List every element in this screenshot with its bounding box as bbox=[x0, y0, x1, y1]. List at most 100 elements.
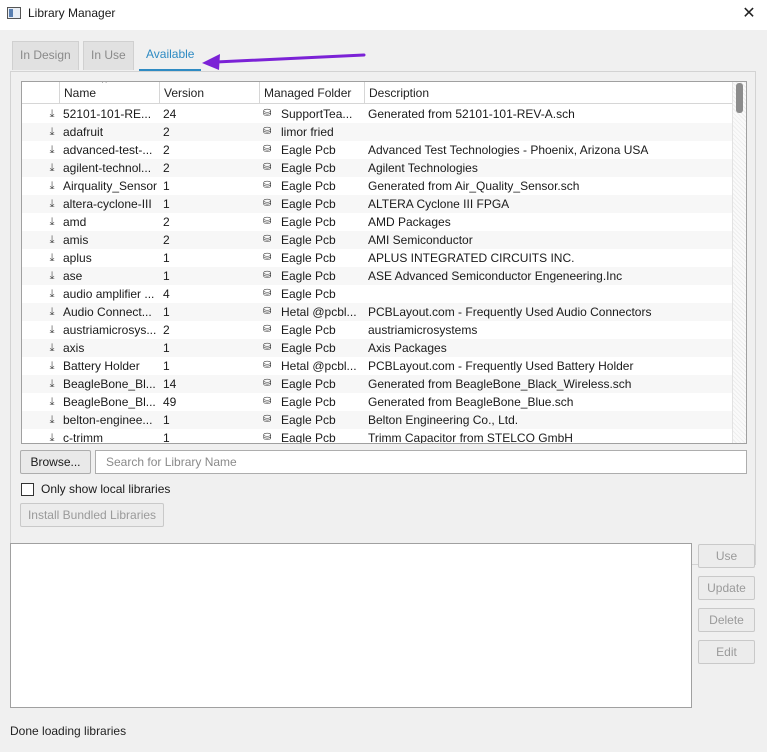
table-row[interactable]: ⤓ adafruit 2 ⛁ limor fried bbox=[22, 123, 732, 141]
edit-button[interactable]: Edit bbox=[698, 640, 755, 664]
vertical-scrollbar[interactable] bbox=[732, 82, 746, 443]
cell-managed-folder: Eagle Pcb bbox=[281, 269, 336, 283]
table-row[interactable]: ⤓ amis 2 ⛁ Eagle Pcb AMI Semiconductor bbox=[22, 231, 732, 249]
download-icon: ⤓ bbox=[49, 270, 55, 282]
table-header: ^ Name Version Managed Folder Descriptio… bbox=[22, 82, 732, 104]
cell-description: ALTERA Cyclone III FPGA bbox=[368, 197, 510, 211]
tab-available[interactable]: Available bbox=[139, 41, 202, 71]
cell-managed-folder: Eagle Pcb bbox=[281, 179, 336, 193]
window-client: In Design In Use Available ^ Name Versio… bbox=[0, 30, 767, 752]
cell-managed-folder: Eagle Pcb bbox=[281, 431, 336, 444]
folder-icon: ⛁ bbox=[263, 108, 272, 119]
tab-in-design[interactable]: In Design bbox=[12, 41, 79, 70]
folder-icon: ⛁ bbox=[263, 198, 272, 209]
cell-name: amis bbox=[63, 233, 89, 247]
cell-managed-folder: SupportTea... bbox=[281, 107, 353, 121]
table-row[interactable]: ⤓ 52101-101-RE... 24 ⛁ SupportTea... Generate… bbox=[22, 105, 732, 123]
table-row[interactable]: ⤓ ase 1 ⛁ Eagle Pcb ASE Advanced Semiconducto… bbox=[22, 267, 732, 285]
cell-version: 1 bbox=[163, 413, 170, 427]
cell-description: Agilent Technologies bbox=[368, 161, 478, 175]
table-row[interactable]: ⤓ BeagleBone_Bl... 49 ⛁ Eagle Pcb Generated f… bbox=[22, 393, 732, 411]
folder-icon: ⛁ bbox=[263, 162, 272, 173]
cell-managed-folder: Eagle Pcb bbox=[281, 395, 336, 409]
available-panel: ^ Name Version Managed Folder Descriptio… bbox=[10, 71, 756, 565]
cell-name: aplus bbox=[63, 251, 92, 265]
download-icon: ⤓ bbox=[49, 180, 55, 192]
download-icon: ⤓ bbox=[49, 162, 55, 174]
cell-version: 1 bbox=[163, 197, 170, 211]
cell-name: agilent-technol... bbox=[63, 161, 152, 175]
cell-name: adafruit bbox=[63, 125, 104, 139]
folder-icon: ⛁ bbox=[263, 360, 272, 371]
folder-icon: ⛁ bbox=[263, 126, 272, 137]
table-row[interactable]: ⤓ Battery Holder 1 ⛁ Hetal @pcbl... PCBLayout… bbox=[22, 357, 732, 375]
cell-managed-folder: Hetal @pcbl... bbox=[281, 305, 357, 319]
cell-name: axis bbox=[63, 341, 85, 355]
cell-name: BeagleBone_Bl... bbox=[63, 377, 156, 391]
table-row[interactable]: ⤓ belton-enginee... 1 ⛁ Eagle Pcb Belton Engi… bbox=[22, 411, 732, 429]
window-title: Library Manager bbox=[28, 6, 116, 20]
cell-name: belton-enginee... bbox=[63, 413, 153, 427]
table-row[interactable]: ⤓ altera-cyclone-III 1 ⛁ Eagle Pcb ALTERA Cyc… bbox=[22, 195, 732, 213]
column-managed-folder[interactable]: Managed Folder bbox=[259, 82, 364, 104]
cell-name: amd bbox=[63, 215, 87, 229]
table-body: ⤓ 52101-101-RE... 24 ⛁ SupportTea... Generate… bbox=[22, 105, 732, 444]
cell-name: advanced-test-... bbox=[63, 143, 153, 157]
cell-version: 1 bbox=[163, 305, 170, 319]
cell-version: 2 bbox=[163, 143, 170, 157]
delete-button[interactable]: Delete bbox=[698, 608, 755, 632]
table-row[interactable]: ⤓ BeagleBone_Bl... 14 ⛁ Eagle Pcb Generated f… bbox=[22, 375, 732, 393]
cell-version: 14 bbox=[163, 377, 177, 391]
cell-version: 2 bbox=[163, 323, 170, 337]
table-row[interactable]: ⤓ agilent-technol... 2 ⛁ Eagle Pcb Agilent Te… bbox=[22, 159, 732, 177]
cell-description: Generated from BeagleBone_Blue.sch bbox=[368, 395, 574, 409]
cell-managed-folder: Eagle Pcb bbox=[281, 197, 336, 211]
cell-description: ASE Advanced Semiconductor Engeneering.I… bbox=[368, 269, 623, 283]
cell-version: 49 bbox=[163, 395, 177, 409]
cell-description: APLUS INTEGRATED CIRCUITS INC. bbox=[368, 251, 575, 265]
cell-description: AMI Semiconductor bbox=[368, 233, 473, 247]
cell-version: 1 bbox=[163, 341, 170, 355]
cell-version: 1 bbox=[163, 179, 170, 193]
cell-version: 2 bbox=[163, 161, 170, 175]
only-local-checkbox[interactable] bbox=[21, 483, 34, 496]
table-row[interactable]: ⤓ audio amplifier ... 4 ⛁ Eagle Pcb bbox=[22, 285, 732, 303]
browse-button[interactable]: Browse... bbox=[20, 450, 91, 474]
install-bundled-button[interactable]: Install Bundled Libraries bbox=[20, 503, 164, 527]
table-row[interactable]: ⤓ axis 1 ⛁ Eagle Pcb Axis Packages bbox=[22, 339, 732, 357]
cell-managed-folder: Eagle Pcb bbox=[281, 341, 336, 355]
cell-managed-folder: Eagle Pcb bbox=[281, 143, 336, 157]
tab-in-use[interactable]: In Use bbox=[83, 41, 134, 70]
table-row[interactable]: ⤓ advanced-test-... 2 ⛁ Eagle Pcb Advanced Te… bbox=[22, 141, 732, 159]
column-version[interactable]: Version bbox=[159, 82, 259, 104]
table-row[interactable]: ⤓ Airquality_Sensor 1 ⛁ Eagle Pcb Generated f… bbox=[22, 177, 732, 195]
column-name[interactable]: Name bbox=[59, 82, 159, 104]
table-row[interactable]: ⤓ Audio Connect... 1 ⛁ Hetal @pcbl... PCBLayo… bbox=[22, 303, 732, 321]
status-text: Done loading libraries bbox=[10, 724, 127, 738]
cell-version: 2 bbox=[163, 215, 170, 229]
close-icon[interactable]: ✕ bbox=[737, 2, 761, 26]
folder-icon: ⛁ bbox=[263, 252, 272, 263]
library-details-pane bbox=[10, 543, 692, 708]
cell-description: Belton Engineering Co., Ltd. bbox=[368, 413, 519, 427]
column-description[interactable]: Description bbox=[364, 82, 732, 104]
update-button[interactable]: Update bbox=[698, 576, 755, 600]
download-icon: ⤓ bbox=[49, 432, 55, 444]
search-input[interactable] bbox=[95, 450, 747, 474]
cell-name: BeagleBone_Bl... bbox=[63, 395, 156, 409]
cell-managed-folder: Hetal @pcbl... bbox=[281, 359, 357, 373]
use-button[interactable]: Use bbox=[698, 544, 755, 568]
scrollbar-thumb[interactable] bbox=[736, 83, 743, 113]
download-icon: ⤓ bbox=[49, 108, 55, 120]
folder-icon: ⛁ bbox=[263, 432, 272, 443]
table-row[interactable]: ⤓ amd 2 ⛁ Eagle Pcb AMD Packages bbox=[22, 213, 732, 231]
cell-managed-folder: Eagle Pcb bbox=[281, 287, 336, 301]
table-row[interactable]: ⤓ aplus 1 ⛁ Eagle Pcb APLUS INTEGRATED CIRCUI… bbox=[22, 249, 732, 267]
cell-name: austriamicrosys... bbox=[63, 323, 157, 337]
library-table[interactable]: ^ Name Version Managed Folder Descriptio… bbox=[21, 81, 747, 444]
table-row[interactable]: ⤓ austriamicrosys... 2 ⛁ Eagle Pcb austriamic… bbox=[22, 321, 732, 339]
download-icon: ⤓ bbox=[49, 306, 55, 318]
table-row[interactable]: ⤓ c-trimm 1 ⛁ Eagle Pcb Trimm Capacitor from … bbox=[22, 429, 732, 444]
cell-name: altera-cyclone-III bbox=[63, 197, 152, 211]
download-icon: ⤓ bbox=[49, 288, 55, 300]
